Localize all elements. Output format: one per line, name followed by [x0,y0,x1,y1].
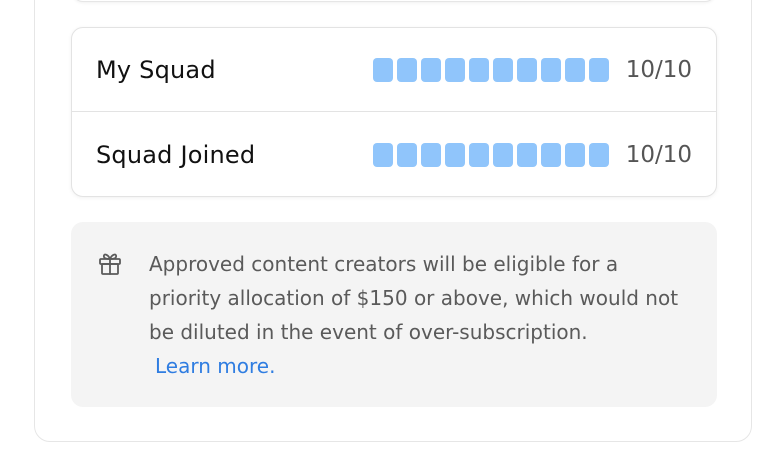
learn-more-link[interactable]: Learn more. [155,349,694,383]
squad-row-squad-joined: Squad Joined 10/10 [72,113,716,197]
previous-card [72,0,716,2]
progress-segment [445,143,465,167]
row-label: My Squad [96,55,216,84]
progress-segment [421,57,441,82]
info-text-block: Approved content creators will be eligib… [149,247,694,383]
squad-count: 10/10 [625,142,692,168]
progress-segment [373,57,393,82]
progress-segment [493,143,513,167]
squad-progress-bar [373,143,609,167]
progress-segment [397,143,417,167]
progress-segment [493,57,513,82]
progress-segment [469,143,489,167]
squad-card: My Squad 10/10 Squad Joined 10/10 [71,27,717,197]
progress-segment [565,143,585,167]
row-label: Squad Joined [96,141,256,169]
progress-segment [397,57,417,82]
progress-segment [517,57,537,82]
squad-count: 10/10 [625,56,692,83]
info-message: Approved content creators will be eligib… [149,252,679,344]
squad-progress-bar [373,57,609,82]
progress-segment [373,143,393,167]
progress-segment [445,57,465,82]
progress-segment [517,143,537,167]
squad-row-my-squad: My Squad 10/10 [72,28,716,112]
progress-segment [565,57,585,82]
progress-segment [541,57,561,82]
progress-segment [421,143,441,167]
progress-segment [589,143,609,167]
progress-segment [469,57,489,82]
progress-segment [589,57,609,82]
progress-segment [541,143,561,167]
creator-info-notice: Approved content creators will be eligib… [71,222,717,407]
gift-icon [97,250,123,276]
